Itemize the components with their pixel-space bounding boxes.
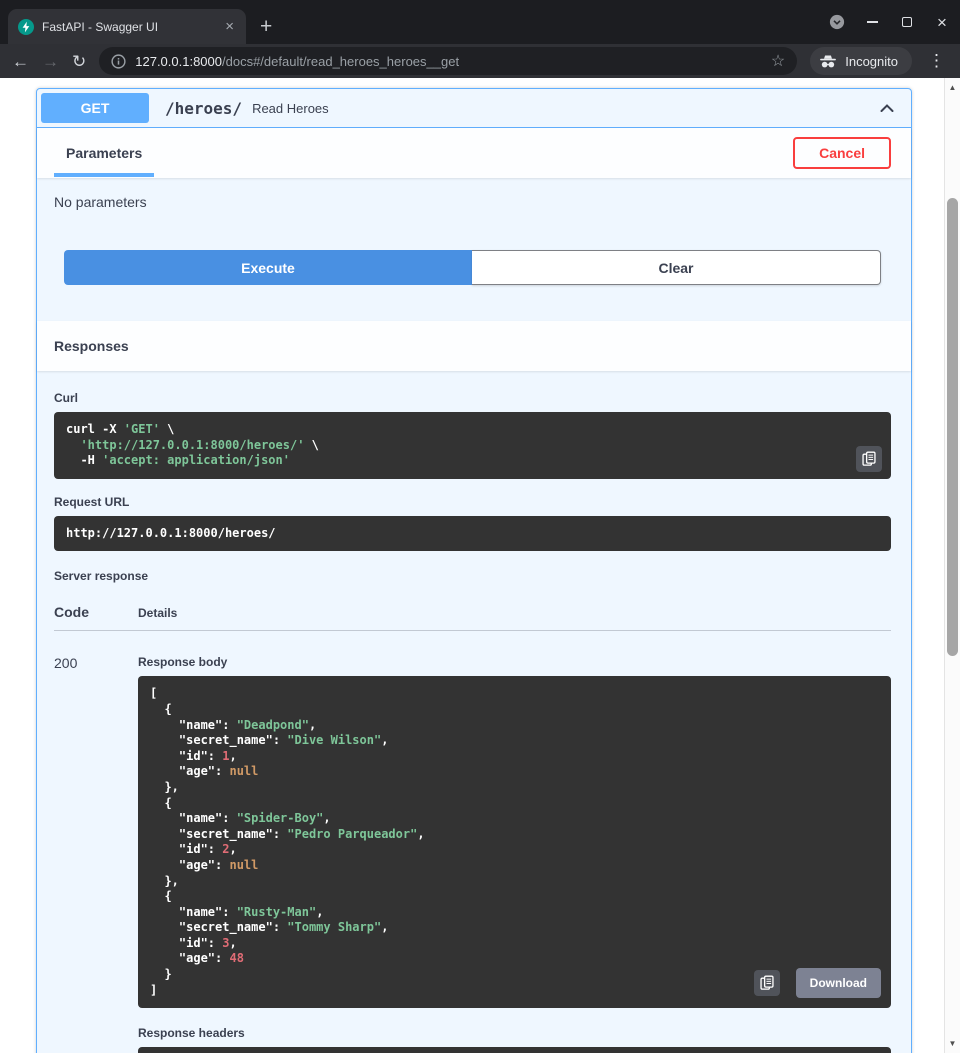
tab-title: FastAPI - Swagger UI (42, 20, 215, 34)
window-controls: × (829, 0, 950, 44)
swagger-page: GET /heroes/ Read Heroes Parameters Canc… (0, 78, 944, 1053)
no-parameters-text: No parameters (54, 194, 891, 210)
cancel-button[interactable]: Cancel (793, 137, 891, 169)
status-code: 200 (54, 655, 138, 1053)
execute-button[interactable]: Execute (64, 250, 472, 285)
response-row-200: 200 Response body [ { "name": "Deadpond"… (54, 655, 891, 1053)
site-info-icon[interactable] (111, 54, 126, 69)
method-badge: GET (41, 93, 149, 123)
parameters-header: Parameters Cancel (37, 128, 911, 178)
back-icon[interactable]: ← (12, 53, 29, 70)
incognito-icon (818, 54, 838, 69)
responses-body: Curl curl -X 'GET' \ 'http://127.0.0.1:8… (37, 371, 911, 1053)
tab-close-icon[interactable]: × (223, 19, 236, 34)
request-url-block: http://127.0.0.1:8000/heroes/ (54, 516, 891, 552)
new-tab-button[interactable]: + (260, 9, 272, 44)
minimize-button[interactable] (864, 14, 880, 30)
download-button[interactable]: Download (796, 968, 881, 998)
copy-curl-icon[interactable] (856, 446, 882, 472)
tab-search-icon[interactable] (829, 14, 845, 30)
browser-toolbar: ← → ↻ 127.0.0.1:8000/docs#/default/read_… (0, 44, 960, 78)
copy-response-icon[interactable] (754, 970, 780, 996)
collapse-chevron-icon[interactable] (877, 98, 897, 118)
response-headers-label: Response headers (138, 1026, 891, 1040)
fastapi-favicon-icon (18, 19, 34, 35)
incognito-label: Incognito (845, 54, 898, 69)
responses-header: Responses (37, 321, 911, 371)
scroll-down-icon[interactable]: ▼ (945, 1039, 960, 1048)
opblock-get-heroes: GET /heroes/ Read Heroes Parameters Canc… (36, 88, 912, 1053)
tab-parameters[interactable]: Parameters (54, 129, 154, 177)
response-body-block: [ { "name": "Deadpond", "secret_name": "… (138, 676, 891, 1008)
tab-bar: FastAPI - Swagger UI × + × (0, 0, 960, 44)
details-column-header: Details (138, 606, 177, 620)
responses-title: Responses (54, 323, 129, 369)
incognito-badge: Incognito (810, 47, 912, 75)
request-url-value: http://127.0.0.1:8000/heroes/ (66, 526, 879, 542)
curl-label: Curl (54, 391, 891, 405)
forward-icon[interactable]: → (42, 53, 59, 70)
clear-button[interactable]: Clear (472, 250, 881, 285)
url-host: 127.0.0.1:8000 (135, 54, 222, 69)
scroll-up-icon[interactable]: ▲ (945, 83, 960, 92)
browser-tab[interactable]: FastAPI - Swagger UI × (8, 9, 246, 44)
response-body-label: Response body (138, 655, 891, 669)
server-response-label: Server response (54, 569, 891, 583)
maximize-button[interactable] (899, 14, 915, 30)
url-input[interactable]: 127.0.0.1:8000/docs#/default/read_heroes… (135, 54, 762, 69)
bookmark-star-icon[interactable]: ☆ (771, 51, 785, 71)
url-path: /docs#/default/read_heroes_heroes__get (222, 54, 459, 69)
request-url-label: Request URL (54, 495, 891, 509)
scrollbar-thumb[interactable] (947, 198, 958, 656)
browser-chrome: FastAPI - Swagger UI × + × ← → ↻ 127.0.0… (0, 0, 960, 78)
endpoint-path: /heroes/ (149, 99, 252, 118)
execute-wrapper: Execute Clear (54, 210, 891, 321)
reload-icon[interactable]: ↻ (72, 53, 86, 70)
opblock-summary[interactable]: GET /heroes/ Read Heroes (37, 89, 911, 128)
response-details: Response body [ { "name": "Deadpond", "s… (138, 655, 891, 1053)
response-table-header: Code Details (54, 590, 891, 631)
endpoint-summary: Read Heroes (252, 101, 877, 116)
page-scrollbar[interactable]: ▲ ▼ (944, 78, 960, 1053)
code-column-header: Code (54, 604, 138, 620)
parameters-body: No parameters Execute Clear (37, 178, 911, 321)
address-bar[interactable]: 127.0.0.1:8000/docs#/default/read_heroes… (99, 47, 797, 75)
response-headers-block: content-length: 205content-type: applica… (138, 1047, 891, 1053)
curl-command-block: curl -X 'GET' \ 'http://127.0.0.1:8000/h… (54, 412, 891, 479)
response-body-actions: Download (754, 968, 881, 998)
close-window-button[interactable]: × (934, 14, 950, 30)
browser-menu-icon[interactable]: ⋮ (925, 51, 948, 71)
